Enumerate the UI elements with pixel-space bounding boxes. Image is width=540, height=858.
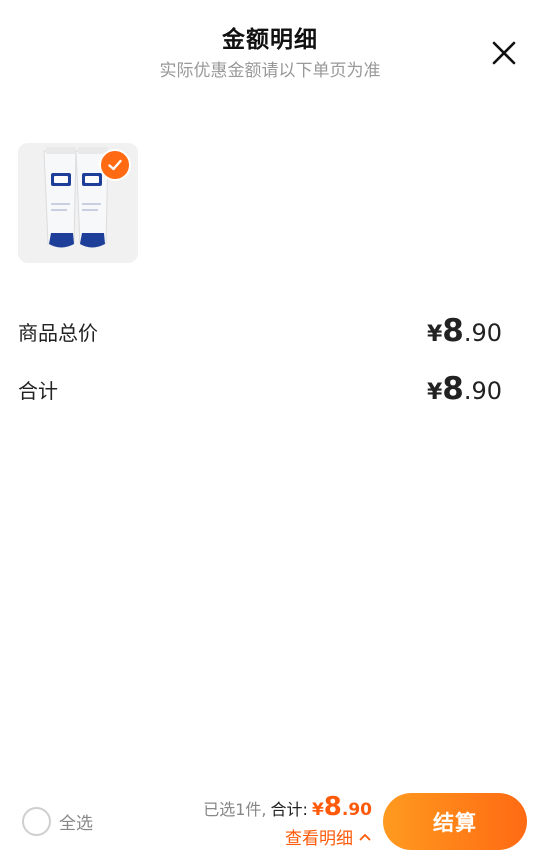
- price-integer: 8: [442, 371, 464, 407]
- price-integer: 8: [323, 792, 342, 822]
- view-detail-label: 查看明细: [285, 829, 353, 849]
- total-label: 合计: [18, 378, 58, 403]
- currency-symbol: ¥: [311, 800, 324, 820]
- summary-line: 已选1件, 合计: ¥8.90: [203, 792, 372, 822]
- summary-total-price: ¥8.90: [312, 792, 372, 822]
- goods-total-label: 商品总价: [18, 320, 98, 345]
- close-button[interactable]: [490, 39, 518, 67]
- price-decimal: .90: [463, 319, 502, 347]
- sheet-title: 金额明细: [222, 27, 318, 53]
- checkout-bar: 全选 已选1件, 合计: ¥8.90 查看明细 结算: [0, 786, 540, 858]
- select-all-toggle[interactable]: 全选: [22, 807, 93, 836]
- currency-symbol: ¥: [426, 322, 443, 347]
- checkout-button[interactable]: 结算: [383, 793, 527, 850]
- checkout-summary: 已选1件, 合计: ¥8.90 查看明细: [203, 792, 372, 849]
- close-icon: [492, 41, 516, 65]
- sheet-header: 金额明细 实际优惠金额请以下单页为准: [0, 22, 540, 84]
- row-total: 合计 ¥8.90: [18, 369, 502, 409]
- chevron-up-icon: [359, 833, 371, 840]
- total-price: ¥8.90: [427, 371, 502, 407]
- row-goods-total: 商品总价 ¥8.90: [18, 311, 502, 351]
- product-selected-badge[interactable]: [99, 149, 131, 181]
- select-all-label: 全选: [59, 814, 93, 834]
- price-decimal: .90: [463, 377, 502, 405]
- view-detail-link[interactable]: 查看明细: [285, 824, 372, 849]
- sheet-subtitle: 实际优惠金额请以下单页为准: [159, 61, 381, 81]
- summary-total-label: 合计:: [270, 800, 308, 819]
- goods-total-price: ¥8.90: [427, 313, 502, 349]
- amount-detail-sheet: 金额明细 实际优惠金额请以下单页为准 商品总价 ¥8.90 合计 ¥8.90 全…: [0, 0, 540, 858]
- select-all-radio[interactable]: [22, 807, 51, 836]
- price-integer: 8: [442, 313, 464, 349]
- selected-count: 已选1件,: [203, 800, 267, 819]
- price-decimal: .90: [341, 800, 372, 820]
- check-icon: [108, 159, 122, 171]
- currency-symbol: ¥: [426, 380, 443, 405]
